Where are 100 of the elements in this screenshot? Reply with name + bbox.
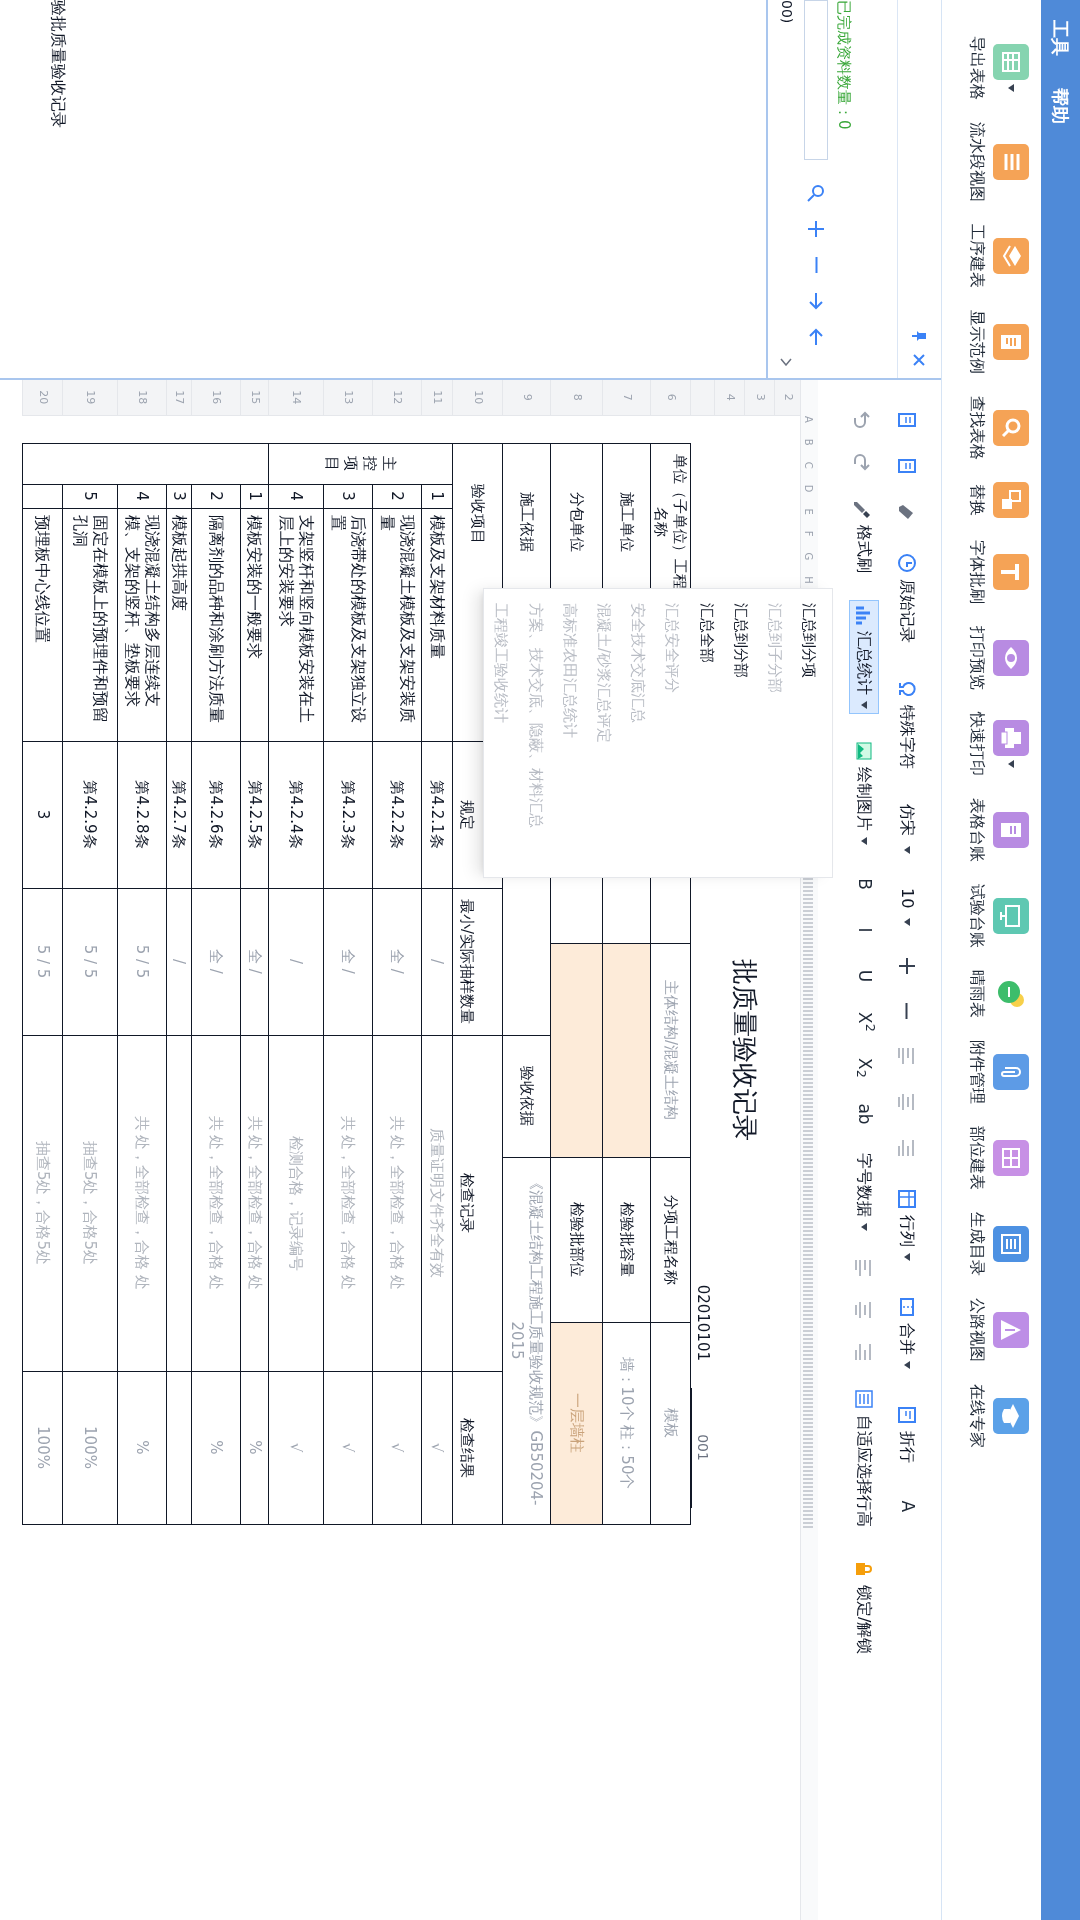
picture-icon (854, 741, 874, 761)
sample-cell: 5 / 5 (62, 888, 118, 1035)
format-button[interactable]: U (850, 964, 878, 988)
toolbar-button[interactable]: 汇总统计 (849, 600, 879, 714)
toolbar-button[interactable]: 格式刷 (849, 494, 879, 578)
ribbon-button[interactable]: 表格台账 (965, 798, 1029, 862)
item-text: 模板及支架材料质量 (421, 508, 453, 741)
align-left-icon (854, 1258, 874, 1278)
font-icon (993, 554, 1029, 590)
monitor-icon (993, 898, 1029, 934)
column-header: 检查记录 (452, 1035, 503, 1371)
ribbon-button[interactable]: 部位建表 (965, 1126, 1029, 1190)
item-text: 固定在模板上的预埋件和预留孔洞 (62, 508, 118, 741)
dropdown-field[interactable]: 10 (893, 884, 921, 931)
ribbon-button[interactable]: 显示范例 (965, 310, 1029, 374)
ribbon-button[interactable]: 生成目录 (965, 1212, 1029, 1276)
close-icon (913, 354, 926, 366)
format-button[interactable]: ab (850, 1102, 878, 1126)
toolbar-button[interactable]: 合并 (892, 1292, 922, 1375)
ribbon-button[interactable]: 快速打印 (965, 712, 1029, 776)
item-number: 2 (372, 484, 422, 508)
field-label: 检验批部位 (550, 1157, 603, 1322)
field-label: 验收依据 (502, 1035, 551, 1157)
row-number: 14 (268, 380, 324, 415)
clause-cell: 第4.2.6条 (191, 741, 241, 888)
search-field[interactable] (804, 0, 829, 160)
ribbon-button[interactable]: 流水段视图 (965, 122, 1029, 202)
record-cell: 检测合格，记录编号 (268, 1035, 324, 1371)
ribbon-button[interactable]: 打印预览 (965, 626, 1029, 690)
column-letter: A (802, 416, 813, 423)
menu-item[interactable]: 工具 (1047, 20, 1074, 56)
toolbar-button[interactable]: 字号数据 (849, 1148, 879, 1236)
format-button[interactable]: B (850, 872, 878, 896)
toolbar-button[interactable]: 特殊字符 (892, 674, 922, 774)
menu-item[interactable]: 汇总全部 (689, 603, 724, 877)
form-title: 批质量验收记录 (729, 958, 762, 1143)
omega-icon (897, 679, 917, 699)
result-cell: √ (372, 1371, 422, 1524)
row-number: 12 (372, 380, 422, 415)
layers-icon (993, 238, 1029, 274)
table-cell: 一层墙柱 (550, 1322, 603, 1524)
toolbar-button[interactable]: 绘制图片 (849, 736, 879, 850)
search-icon (993, 410, 1029, 446)
format-button[interactable]: A (893, 1494, 921, 1519)
row-number: 3 (745, 380, 775, 415)
row-number: 19 (62, 380, 118, 415)
item-number: 5 (62, 484, 118, 508)
paperclip-icon (993, 1054, 1029, 1090)
item-text: 现浇混凝土结构多层连续支模、支架的竖杆、垫板要求 (117, 508, 167, 741)
toolbar-button[interactable]: 锁定/解锁 (849, 1554, 879, 1660)
ribbon-button[interactable]: 工序建表 (965, 224, 1029, 288)
column-letter: G (802, 552, 813, 561)
ribbon-button[interactable]: 导出表格 (965, 36, 1029, 100)
align-right-icon (897, 1138, 917, 1159)
sample-cell: / (166, 888, 192, 1035)
item-number: 1 (421, 484, 453, 508)
sample-cell: 全 / (191, 888, 241, 1035)
ribbon-button[interactable]: 试验台账 (965, 884, 1029, 948)
row-number: 4 (715, 380, 745, 415)
ribbon-button[interactable]: 替换 (965, 482, 1029, 518)
menu-item[interactable]: 汇总到分项 (791, 603, 826, 877)
menu-item[interactable]: 汇总到分部 (723, 603, 758, 877)
ribbon-button[interactable]: 查找表格 (965, 396, 1029, 460)
record-cell: 共 处，全部检查，合格 处 (323, 1035, 373, 1371)
table-cell: 主体结构/混凝土结构 (650, 943, 691, 1157)
ribbon-button[interactable]: 字体批刷 (965, 540, 1029, 604)
table-cell: 模板 (650, 1322, 691, 1524)
sample-cell: 全 / (240, 888, 269, 1035)
ribbon-button[interactable]: 公路视图 (965, 1298, 1029, 1362)
toolbar-button[interactable]: 自适应选择行高 (849, 1384, 879, 1532)
clause-cell: 第4.2.3条 (323, 741, 373, 888)
toolbar-button[interactable]: 行列 (892, 1184, 922, 1267)
row-number: 11 (421, 380, 453, 415)
item-text: 现浇混凝土模板及支架安装质量 (372, 508, 422, 741)
plus-icon (897, 956, 917, 977)
record-cell: 抽查5处，合格5处 (62, 1035, 118, 1371)
search-icon (807, 184, 826, 202)
field-label: 检验批容量 (602, 1157, 651, 1322)
item-text: 模板起拱高度 (166, 508, 192, 741)
column-letter: C (802, 461, 813, 469)
item-text: 模板安装的一般要求 (240, 508, 269, 741)
sample-cell: / (421, 888, 453, 1035)
clause-cell: 第4.2.7条 (166, 741, 192, 888)
row-height-icon (854, 1389, 874, 1409)
toolbar-button[interactable]: 折行 (892, 1400, 922, 1469)
toolbar-button[interactable]: 原始记录 (892, 548, 922, 648)
row-number: 16 (191, 380, 241, 415)
column-letter: H (802, 576, 813, 584)
ribbon-button[interactable]: 在线专家 (965, 1384, 1029, 1448)
dropdown-field[interactable]: 仿宋 (893, 800, 921, 858)
tree-item[interactable]: 验批质量验收记录 (46, 0, 70, 378)
clause-cell: 第4.2.1条 (421, 741, 453, 888)
column-letter: F (802, 530, 813, 537)
menu-item[interactable]: 帮助 (1047, 88, 1074, 124)
clause-cell: 第4.2.2条 (372, 741, 422, 888)
ribbon-button[interactable]: 附件管理 (965, 1040, 1029, 1104)
ribbon-button[interactable]: 晴雨表 (965, 970, 1029, 1018)
row-number: 6 (650, 380, 691, 415)
format-button[interactable]: I (850, 918, 878, 942)
clock-icon (897, 553, 917, 573)
